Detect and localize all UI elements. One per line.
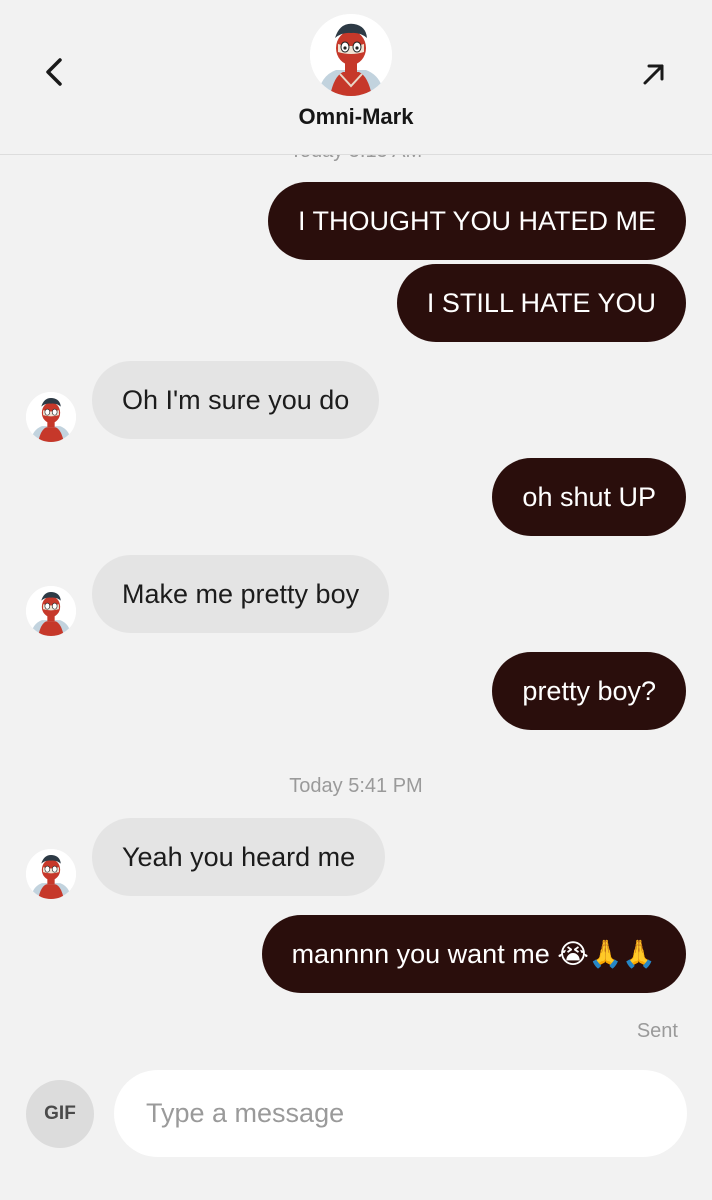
- sent-message-bubble[interactable]: mannnn you want me 😭🙏🙏: [261, 915, 686, 993]
- received-message-bubble[interactable]: Oh I'm sure you do: [92, 361, 380, 439]
- sent-message-bubble[interactable]: I THOUGHT YOU HATED ME: [267, 182, 686, 260]
- avatar-illustration: [26, 586, 76, 636]
- timestamp: Today 5:41 PM: [289, 775, 423, 797]
- avatar-illustration: [310, 14, 392, 96]
- contact-avatar-small[interactable]: [26, 586, 76, 636]
- sent-message-bubble[interactable]: pretty boy?: [492, 652, 686, 730]
- avatar-illustration: [26, 392, 76, 442]
- back-button[interactable]: [30, 48, 78, 96]
- chevron-left-icon: [46, 58, 62, 86]
- chat-screen: Omni-Mark Today 5:15 AM I THOUGHT YOU HA…: [0, 0, 712, 1200]
- contact-avatar-small[interactable]: [26, 392, 76, 442]
- contact-name[interactable]: Omni-Mark: [0, 104, 712, 130]
- arrow-up-right-icon: [643, 64, 664, 85]
- delivery-status: Sent: [636, 1020, 678, 1042]
- gif-button[interactable]: GIF: [26, 1080, 94, 1148]
- contact-avatar-small[interactable]: [26, 849, 76, 899]
- sent-message-bubble[interactable]: I STILL HATE YOU: [396, 264, 686, 342]
- received-message-bubble[interactable]: Make me pretty boy: [92, 555, 390, 633]
- avatar-illustration: [26, 849, 76, 899]
- message-composer[interactable]: [114, 1070, 687, 1157]
- received-message-bubble[interactable]: Yeah you heard me: [92, 818, 386, 896]
- expand-button[interactable]: [630, 50, 678, 98]
- contact-avatar[interactable]: [310, 14, 392, 96]
- message-input[interactable]: [146, 1098, 655, 1129]
- chat-header: Omni-Mark: [0, 0, 712, 155]
- sent-message-bubble[interactable]: oh shut UP: [492, 458, 686, 536]
